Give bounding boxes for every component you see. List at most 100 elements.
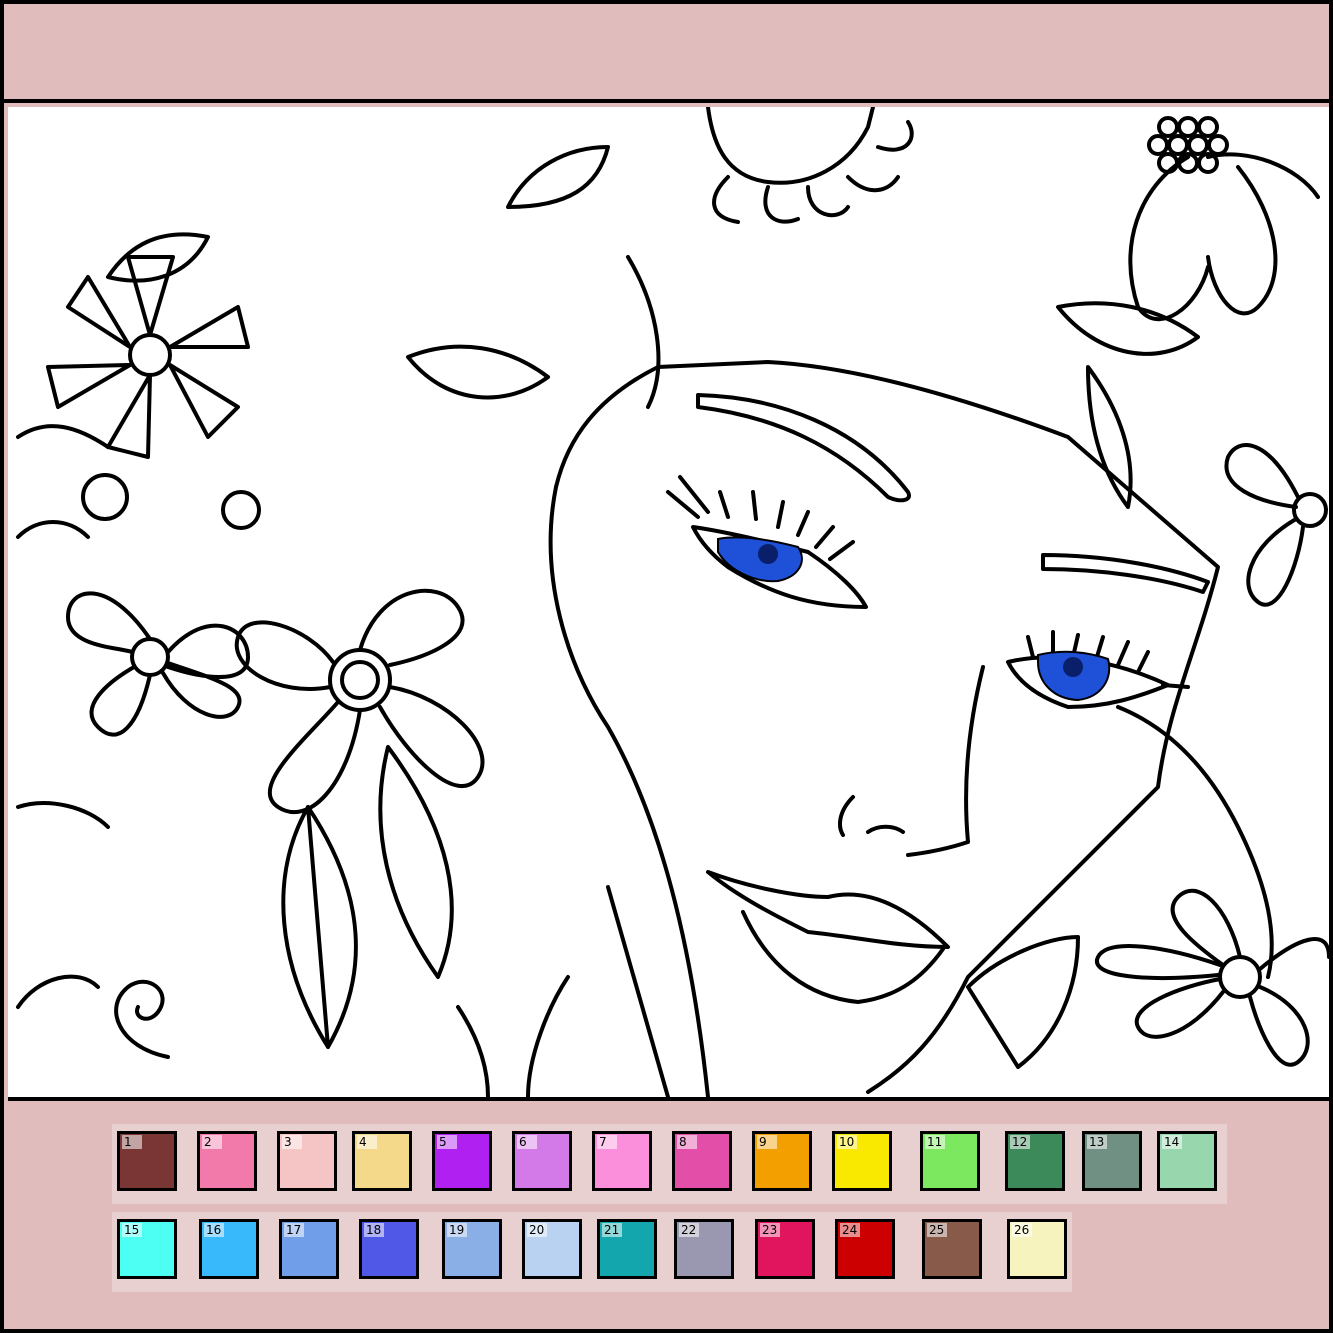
swatch-number: 5 [437, 1135, 457, 1149]
right-pupil [1063, 657, 1083, 677]
swatch-number: 1 [122, 1135, 142, 1149]
swatch-number: 7 [597, 1135, 617, 1149]
swatch-number: 15 [122, 1223, 142, 1237]
flower-center [221, 490, 261, 530]
color-swatch-8[interactable]: 8 [672, 1131, 732, 1191]
face-outline [554, 360, 1220, 1094]
lower-lip [741, 910, 945, 1004]
berry [1167, 134, 1189, 156]
upper-lip [706, 870, 950, 949]
flower-petals [234, 588, 485, 814]
berry [1157, 116, 1179, 138]
top-flower [706, 107, 875, 185]
flower-petals [1224, 443, 1305, 607]
nostril [838, 795, 905, 837]
swatch-number: 8 [677, 1135, 697, 1149]
color-swatch-11[interactable]: 11 [920, 1131, 980, 1191]
berry [1147, 134, 1169, 156]
line-art[interactable] [8, 107, 1329, 1097]
color-swatch-16[interactable]: 16 [199, 1219, 259, 1279]
berry [1177, 116, 1199, 138]
flower-petals-right [1128, 152, 1320, 322]
leaf [526, 975, 570, 1097]
color-swatch-17[interactable]: 17 [279, 1219, 339, 1279]
color-swatch-25[interactable]: 25 [922, 1219, 982, 1279]
color-swatch-14[interactable]: 14 [1157, 1131, 1217, 1191]
face-outline-left [548, 485, 710, 1097]
berry [1207, 134, 1229, 156]
leaf [506, 145, 610, 209]
color-swatch-15[interactable]: 15 [117, 1219, 177, 1279]
swatch-number: 3 [282, 1135, 302, 1149]
swatch-number: 14 [1162, 1135, 1182, 1149]
color-swatch-7[interactable]: 7 [592, 1131, 652, 1191]
flower-center [1218, 955, 1262, 999]
swatch-number: 16 [204, 1223, 224, 1237]
swatch-number: 22 [679, 1223, 699, 1237]
color-swatch-22[interactable]: 22 [674, 1219, 734, 1279]
swatch-number: 24 [840, 1223, 860, 1237]
top-bar [4, 4, 1329, 103]
color-swatch-2[interactable]: 2 [197, 1131, 257, 1191]
swatch-number: 19 [447, 1223, 467, 1237]
hair-strand [16, 424, 110, 1009]
swatch-number: 18 [364, 1223, 384, 1237]
swatch-number: 11 [925, 1135, 945, 1149]
flower-petals [46, 255, 250, 459]
flower-petals [66, 591, 250, 737]
right-eyebrow [1041, 553, 1210, 594]
flower-center [130, 637, 170, 677]
color-swatch-4[interactable]: 4 [352, 1131, 412, 1191]
left-pupil [758, 544, 778, 564]
flower-petals [1094, 888, 1329, 1067]
berry [1187, 134, 1209, 156]
color-swatch-3[interactable]: 3 [277, 1131, 337, 1191]
swatch-number: 13 [1087, 1135, 1107, 1149]
leaf [281, 805, 358, 1049]
hair-strand [456, 885, 670, 1097]
leaf [626, 255, 661, 409]
top-flower-petals [712, 120, 914, 224]
color-swatch-12[interactable]: 12 [1005, 1131, 1065, 1191]
left-eyebrow [696, 393, 911, 503]
color-swatch-20[interactable]: 20 [522, 1219, 582, 1279]
color-swatch-13[interactable]: 13 [1082, 1131, 1142, 1191]
coloring-canvas[interactable] [8, 107, 1329, 1101]
swatch-number: 9 [757, 1135, 777, 1149]
color-palette: 1 2 3 4 5 6 7 8 9 10 11 12 13 14 15 16 17 18 19 20 21 22 23 24 2… [112, 1124, 1232, 1294]
color-swatch-6[interactable]: 6 [512, 1131, 572, 1191]
swatch-number: 23 [760, 1223, 780, 1237]
color-swatch-19[interactable]: 19 [442, 1219, 502, 1279]
flower-center [128, 333, 172, 377]
leaf [966, 935, 1080, 1069]
color-swatch-26[interactable]: 26 [1007, 1219, 1067, 1279]
leaf [406, 344, 550, 400]
nose [906, 665, 985, 857]
swatch-number: 12 [1010, 1135, 1030, 1149]
color-swatch-23[interactable]: 23 [755, 1219, 815, 1279]
swatch-number: 6 [517, 1135, 537, 1149]
color-swatch-1[interactable]: 1 [117, 1131, 177, 1191]
flower-center [81, 473, 129, 521]
leaf [378, 745, 454, 979]
swatch-number: 26 [1012, 1223, 1032, 1237]
swatch-number: 2 [202, 1135, 222, 1149]
color-swatch-10[interactable]: 10 [832, 1131, 892, 1191]
swatch-number: 17 [284, 1223, 304, 1237]
swatch-number: 10 [837, 1135, 857, 1149]
iris-group[interactable] [717, 536, 1111, 702]
swirl [114, 979, 170, 1059]
leaf [1116, 705, 1274, 979]
swatch-number: 20 [527, 1223, 547, 1237]
color-swatch-9[interactable]: 9 [752, 1131, 812, 1191]
game-frame: 1 2 3 4 5 6 7 8 9 10 11 12 13 14 15 16 17 18 19 20 21 22 23 24 2… [0, 0, 1333, 1333]
color-swatch-24[interactable]: 24 [835, 1219, 895, 1279]
color-swatch-21[interactable]: 21 [597, 1219, 657, 1279]
color-swatch-5[interactable]: 5 [432, 1131, 492, 1191]
berry [1197, 116, 1219, 138]
swatch-number: 4 [357, 1135, 377, 1149]
flower-center [340, 660, 380, 700]
swatch-number: 25 [927, 1223, 947, 1237]
swatch-number: 21 [602, 1223, 622, 1237]
color-swatch-18[interactable]: 18 [359, 1219, 419, 1279]
